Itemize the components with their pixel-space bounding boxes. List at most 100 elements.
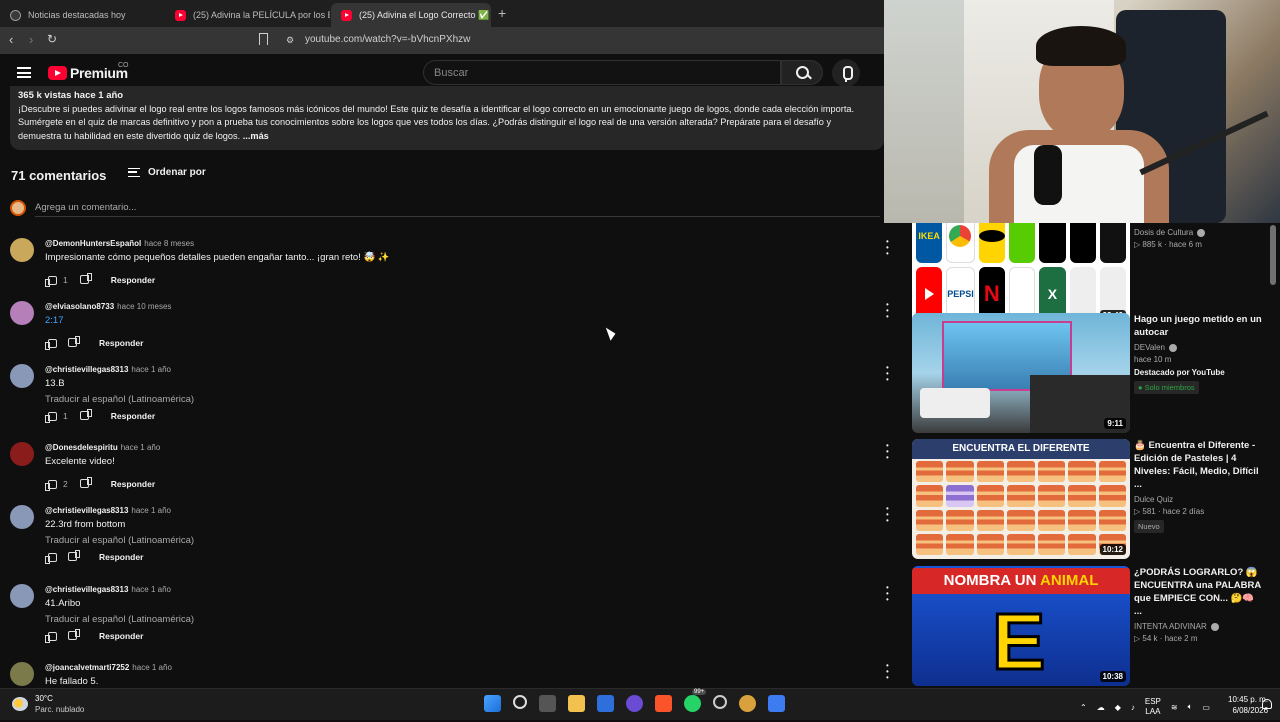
avatar[interactable]	[10, 238, 34, 262]
bookmark-icon[interactable]	[259, 33, 268, 45]
comment-author[interactable]: @christievillegas8313	[45, 585, 128, 594]
like-icon[interactable]	[45, 275, 57, 287]
more-options-icon[interactable]	[886, 442, 890, 460]
translate-link[interactable]: Traducir al español (Latinoamérica)	[45, 614, 194, 625]
dislike-icon[interactable]	[69, 552, 80, 562]
comment-time[interactable]: hace 1 año	[121, 443, 161, 452]
comment-author[interactable]: @Donesdelespiritu	[45, 443, 118, 452]
comment-time[interactable]: hace 1 año	[131, 506, 171, 515]
avatar[interactable]	[10, 301, 34, 325]
more-options-icon[interactable]	[886, 301, 890, 319]
more-options-icon[interactable]	[886, 505, 890, 523]
comment-author[interactable]: @christievillegas8313	[45, 506, 128, 515]
comment-time[interactable]: hace 8 meses	[144, 239, 194, 248]
sort-button[interactable]: Ordenar por	[128, 167, 206, 178]
forward-icon[interactable]: ›	[29, 32, 33, 47]
dislike-icon[interactable]	[81, 411, 92, 421]
reply-button[interactable]: Responder	[111, 479, 155, 489]
obs-icon[interactable]	[713, 695, 727, 709]
search-input[interactable]: Buscar	[423, 60, 781, 85]
translate-link[interactable]: Traducir al español (Latinoamérica)	[45, 535, 194, 546]
translate-link[interactable]: Traducir al español (Latinoamérica)	[45, 394, 194, 405]
channel-name[interactable]: INTENTA ADIVINAR	[1134, 622, 1264, 631]
video-thumbnail[interactable]: 9:11	[912, 313, 1130, 433]
file-explorer-icon[interactable]	[568, 695, 585, 712]
whatsapp-icon[interactable]: 99+	[684, 689, 707, 712]
search-icon[interactable]	[513, 695, 527, 709]
app-icon[interactable]	[626, 695, 643, 712]
app-tray-icon[interactable]: ◆	[1115, 703, 1121, 712]
comment-time[interactable]: hace 10 meses	[117, 302, 171, 311]
recommendation-item[interactable]: ENCUENTRA EL DIFERENTE 10:12 🎂 Encuentra…	[912, 439, 1272, 559]
add-comment-input[interactable]: Agrega un comentario...	[35, 202, 136, 213]
avatar[interactable]	[10, 584, 34, 608]
like-icon[interactable]	[45, 479, 57, 491]
task-view-icon[interactable]	[539, 695, 556, 712]
youtube-logo-icon[interactable]	[48, 66, 67, 80]
cloud-icon[interactable]: ☁	[1097, 703, 1105, 712]
video-title[interactable]: 🎂 Encuentra el Diferente - Edición de Pa…	[1134, 439, 1264, 491]
recommendation-item[interactable]: IKEA PEPSI N X 23:42 Dosis de Cultura	[912, 223, 1272, 325]
microphone-icon[interactable]	[832, 59, 860, 87]
avatar[interactable]	[10, 364, 34, 388]
dislike-icon[interactable]	[69, 338, 80, 348]
weather-widget[interactable]: 30°C Parc. nublado	[12, 693, 84, 715]
reply-button[interactable]: Responder	[99, 338, 143, 348]
url-field[interactable]: youtube.com/watch?v=-bVhcnPXhzw	[305, 34, 470, 45]
reload-icon[interactable]: ↻	[47, 32, 57, 46]
more-options-icon[interactable]	[886, 662, 890, 680]
microphone-tray-icon[interactable]: ♪	[1131, 703, 1135, 712]
sidebar-scrollbar[interactable]	[1270, 225, 1276, 285]
wifi-icon[interactable]: ≋	[1171, 703, 1178, 712]
comment-author[interactable]: @elviasolano8733	[45, 302, 114, 311]
video-thumbnail[interactable]: ENCUENTRA EL DIFERENTE 10:12	[912, 439, 1130, 559]
comment-author[interactable]: @christievillegas8313	[45, 365, 128, 374]
recommendation-item[interactable]: 9:11 Hago un juego metido en un autocar …	[912, 313, 1272, 433]
reply-button[interactable]: Responder	[99, 631, 143, 641]
site-info-icon[interactable]: ⚙	[286, 35, 294, 46]
avatar[interactable]	[10, 505, 34, 529]
video-description[interactable]: 365 k vistas hace 1 año ¡Descubre si pue…	[10, 86, 884, 150]
notification-bell-icon[interactable]	[1262, 699, 1272, 709]
comment-time[interactable]: hace 1 año	[131, 585, 171, 594]
like-icon[interactable]	[45, 411, 57, 423]
like-icon[interactable]	[45, 338, 57, 350]
tab-movie-quiz[interactable]: (25) Adivina la PELÍCULA por los EMO	[165, 3, 330, 27]
channel-name[interactable]: Dulce Quiz	[1134, 495, 1264, 504]
more-options-icon[interactable]	[886, 364, 890, 382]
reply-button[interactable]: Responder	[111, 411, 155, 421]
brave-browser-icon[interactable]	[655, 695, 672, 712]
like-icon[interactable]	[45, 552, 57, 564]
channel-name[interactable]: Dosis de Cultura	[1134, 228, 1264, 237]
dislike-icon[interactable]	[69, 631, 80, 641]
app-icon[interactable]	[768, 695, 785, 712]
store-icon[interactable]	[597, 695, 614, 712]
back-icon[interactable]: ‹	[9, 32, 13, 47]
video-thumbnail[interactable]: NOMBRA UN ANIMAL E 10:38	[912, 566, 1130, 686]
reply-button[interactable]: Responder	[99, 552, 143, 562]
show-more-link[interactable]: ...más	[243, 131, 269, 141]
comment-time[interactable]: hace 1 año	[131, 365, 171, 374]
more-options-icon[interactable]	[886, 584, 890, 602]
avatar[interactable]	[10, 662, 34, 686]
start-icon[interactable]	[484, 695, 501, 712]
tab-news[interactable]: Noticias destacadas hoy	[0, 3, 165, 27]
tab-logo-quiz[interactable]: (25) Adivina el Logo Correcto ✅ ✕	[331, 3, 491, 27]
dislike-icon[interactable]	[81, 275, 92, 285]
video-title[interactable]: Hago un juego metido en un autocar	[1134, 313, 1264, 339]
more-options-icon[interactable]	[886, 238, 890, 256]
battery-icon[interactable]: ▭	[1202, 703, 1210, 712]
dislike-icon[interactable]	[81, 479, 92, 489]
recommendation-item[interactable]: NOMBRA UN ANIMAL E 10:38 ¿PODRÁS LOGRARL…	[912, 566, 1272, 686]
comment-author[interactable]: @DemonHuntersEspañol	[45, 239, 141, 248]
language-indicator[interactable]: ESP LAA	[1145, 697, 1161, 717]
video-thumbnail[interactable]: IKEA PEPSI N X 23:42	[912, 223, 1130, 325]
video-title[interactable]: ¿PODRÁS LOGRARLO? 😱 ENCUENTRA una PALABR…	[1134, 566, 1264, 618]
comment-text[interactable]: 2:17	[45, 315, 64, 326]
volume-icon[interactable]: 🔈︎	[1188, 702, 1193, 712]
app-icon[interactable]	[739, 695, 756, 712]
new-tab-button[interactable]: +	[498, 5, 506, 21]
reply-button[interactable]: Responder	[111, 275, 155, 285]
like-icon[interactable]	[45, 631, 57, 643]
search-icon[interactable]	[781, 60, 823, 85]
